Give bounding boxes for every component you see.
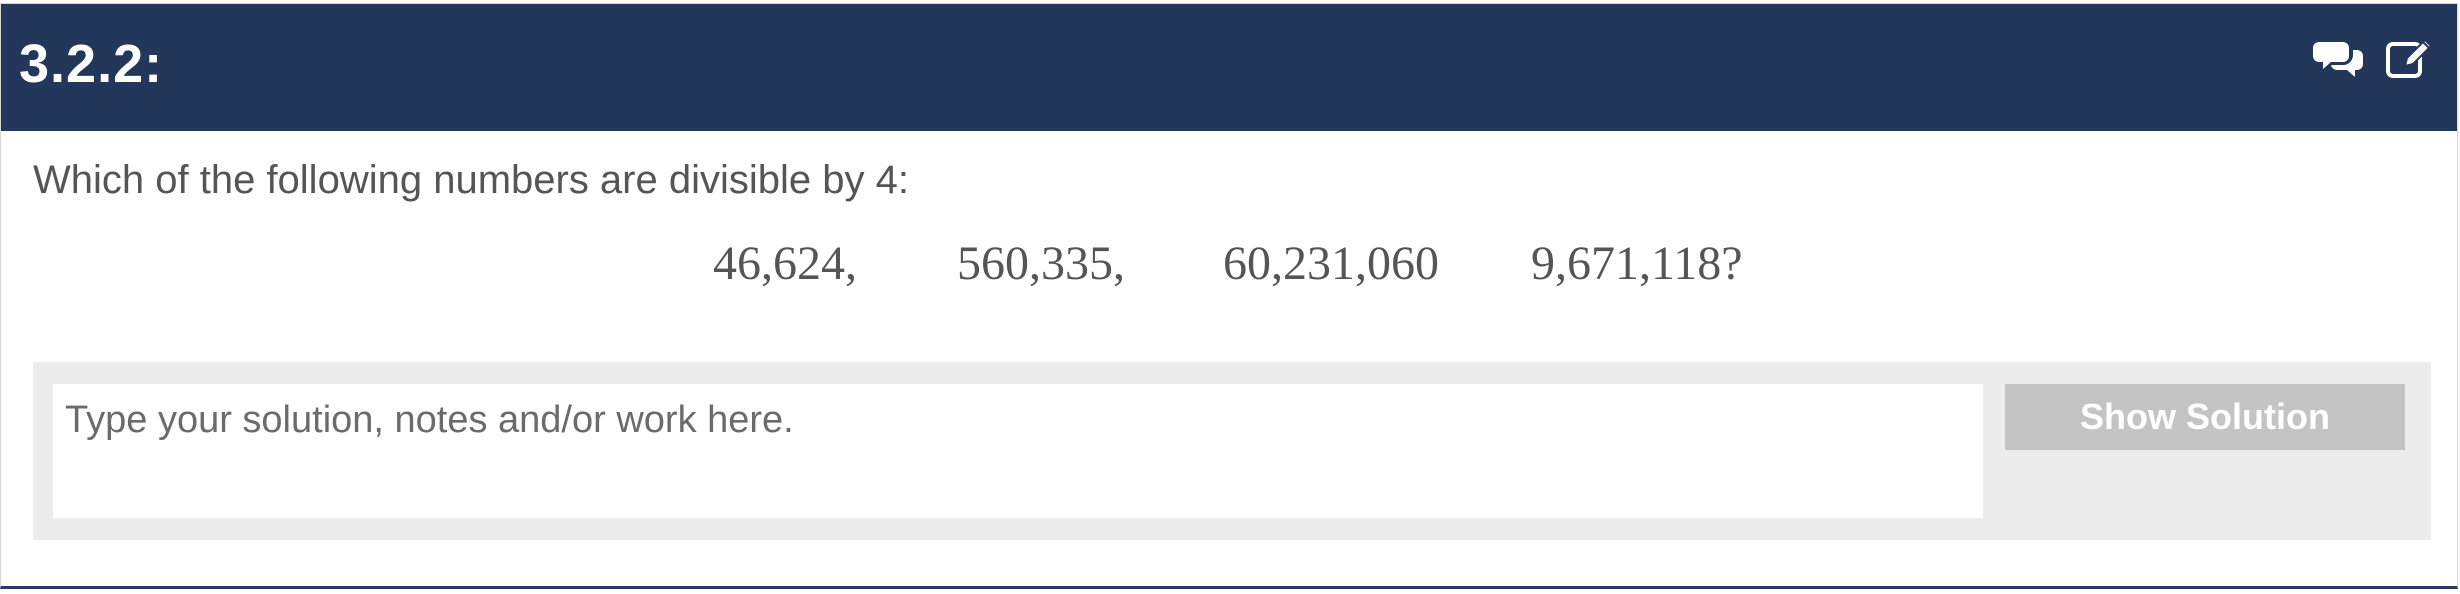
- edit-icon[interactable]: [2383, 32, 2435, 84]
- number-1: 46,624,: [713, 237, 857, 290]
- solution-panel: Show Solution: [33, 362, 2431, 540]
- problem-header: 3.2.2:: [1, 4, 2457, 131]
- show-solution-button[interactable]: Show Solution: [2005, 384, 2405, 450]
- problem-title: 3.2.2:: [19, 34, 164, 94]
- number-2: 560,335,: [957, 237, 1125, 290]
- comments-icon[interactable]: [2313, 32, 2365, 84]
- question-text: Which of the following numbers are divis…: [33, 158, 909, 202]
- number-3: 60,231,060: [1223, 237, 1439, 290]
- solution-textarea[interactable]: [53, 384, 1983, 518]
- problem-card: 3.2.2: Which of the following numbers ar…: [0, 3, 2458, 589]
- number-4: 9,671,118?: [1531, 237, 1743, 290]
